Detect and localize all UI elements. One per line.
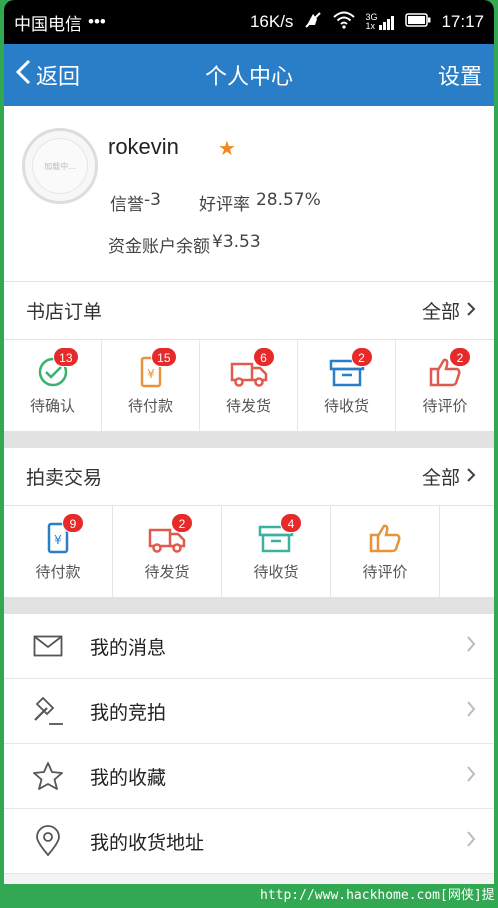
chevron-right-icon: [466, 466, 476, 488]
username: rokevin: [108, 134, 179, 159]
rating-value: 28.57%: [255, 190, 321, 210]
star-icon: ★: [218, 136, 236, 160]
nav-bar: 返回 个人中心 设置: [4, 44, 494, 106]
chevron-right-icon: [466, 830, 476, 853]
menu-item-bids[interactable]: 我的竞拍: [4, 679, 494, 744]
cell-label: 待收货: [323, 397, 369, 415]
bookstore-pending-receive[interactable]: 2 待收货: [298, 340, 396, 431]
bookstore-all-link[interactable]: 全部: [422, 297, 476, 324]
auction-pending-payment[interactable]: ¥ 9 待付款: [4, 506, 113, 597]
balance-value: ¥3.53: [212, 232, 261, 252]
network-speed: 16K/s: [249, 12, 294, 31]
section-divider: [4, 598, 494, 614]
badge: 2: [171, 513, 193, 533]
badge: 15: [151, 347, 177, 367]
truck-icon: 6: [229, 347, 275, 389]
truck-icon: 2: [147, 513, 193, 555]
rating-label: 好评率: [198, 195, 250, 215]
cell-label: 待发货: [225, 397, 271, 415]
badge: 9: [62, 513, 84, 533]
badge: 2: [350, 347, 373, 367]
phone-screen: 中国电信 ••• 16K/s 3G 1x 17:17 返回 个人中心 设置 加载…: [4, 0, 494, 884]
auction-pending-receive[interactable]: 4 待收货: [222, 506, 331, 597]
avatar[interactable]: 加载中...: [22, 128, 98, 204]
thumbs-up-icon: 2: [425, 347, 471, 389]
chevron-right-icon: [466, 300, 476, 322]
clock: 17:17: [441, 12, 484, 31]
menu-item-messages[interactable]: 我的消息: [4, 614, 494, 679]
menu-item-address[interactable]: 我的收货地址: [4, 809, 494, 874]
thumbs-up-icon: [365, 521, 405, 555]
bookstore-pending-review[interactable]: 2 待评价: [396, 340, 494, 431]
auction-pending-ship[interactable]: 2 待发货: [113, 506, 222, 597]
menu-label: 我的消息: [90, 636, 167, 659]
chevron-right-icon: [466, 765, 476, 788]
credit-label: 信誉: [110, 195, 144, 215]
section-title: 拍卖交易: [26, 467, 103, 489]
wallet-icon: ¥ 15: [131, 347, 177, 389]
section-title: 书店订单: [26, 301, 103, 323]
wifi-icon: [333, 11, 356, 34]
balance-row: 资金账户余额 ¥3.53: [108, 232, 261, 257]
gavel-icon: [30, 694, 66, 728]
svg-text:¥: ¥: [54, 533, 62, 547]
cell-label: 待付款: [127, 397, 173, 415]
badge: 6: [252, 347, 275, 367]
cell-label: 待发货: [144, 563, 190, 581]
location-pin-icon: [30, 824, 66, 858]
menu-list: 我的消息 我的竞拍 我的收藏 我的收货地址: [4, 614, 494, 874]
battery-icon: [405, 12, 431, 32]
balance-label: 资金账户余额: [108, 237, 210, 257]
auction-all-link[interactable]: 全部: [422, 463, 476, 490]
credit-value: -3: [144, 190, 161, 210]
badge: 13: [53, 347, 79, 367]
cell-label: 待评价: [422, 397, 468, 415]
chevron-right-icon: [466, 700, 476, 723]
star-icon: [30, 759, 66, 793]
menu-label: 我的收货地址: [90, 831, 205, 854]
svg-text:¥: ¥: [147, 367, 155, 381]
badge: 4: [280, 513, 302, 533]
notification-dots: •••: [88, 12, 106, 31]
cell-label: 待评价: [362, 563, 408, 581]
mail-icon: [30, 629, 66, 663]
wallet-icon: ¥ 9: [38, 513, 84, 555]
back-label: 返回: [36, 65, 81, 90]
avatar-placeholder: 加载中...: [32, 138, 88, 194]
chevron-right-icon: [466, 635, 476, 658]
auction-orders-header: 拍卖交易 全部: [4, 448, 494, 506]
bookstore-order-grid: 13 待确认 ¥ 15 待付款 6 待发货 2 待收货 2 待评价: [4, 340, 494, 432]
bookstore-orders-header: 书店订单 全部: [4, 282, 494, 340]
empty-cell: [440, 506, 494, 597]
rating-info: 好评率 28.57%: [199, 190, 321, 215]
back-button[interactable]: 返回: [14, 58, 80, 92]
credit-info: 信誉 -3: [110, 190, 161, 215]
cell-label: 待付款: [35, 563, 81, 581]
settings-button[interactable]: 设置: [438, 59, 482, 91]
auction-pending-review[interactable]: 待评价: [331, 506, 440, 597]
menu-item-favorites[interactable]: 我的收藏: [4, 744, 494, 809]
badge: 2: [449, 347, 471, 367]
watermark: http://www.hackhome.com[网侠]提供: [260, 888, 495, 903]
box-icon: 2: [327, 347, 373, 389]
profile-card: 加载中... rokevin ★ 信誉 -3 好评率 28.57% 资金账户余额 …: [4, 106, 494, 282]
check-circle-icon: 13: [33, 347, 79, 389]
mute-icon: [303, 11, 323, 34]
carrier-label: 中国电信: [14, 14, 82, 34]
menu-label: 我的竞拍: [90, 701, 167, 724]
menu-label: 我的收藏: [90, 766, 167, 789]
box-icon: 4: [256, 513, 302, 555]
chevron-left-icon: [14, 58, 32, 92]
cell-label: 待确认: [29, 397, 75, 415]
auction-order-grid: ¥ 9 待付款 2 待发货 4 待收货 待评价: [4, 506, 494, 598]
status-bar: 中国电信 ••• 16K/s 3G 1x 17:17: [4, 0, 494, 44]
signal-icon: 3G 1x: [365, 13, 395, 31]
section-divider: [4, 432, 494, 448]
cell-label: 待收货: [253, 563, 299, 581]
credit-row: 信誉 -3 好评率 28.57%: [110, 190, 321, 215]
bookstore-pending-confirm[interactable]: 13 待确认: [4, 340, 102, 431]
bookstore-pending-payment[interactable]: ¥ 15 待付款: [102, 340, 200, 431]
bookstore-pending-ship[interactable]: 6 待发货: [200, 340, 298, 431]
